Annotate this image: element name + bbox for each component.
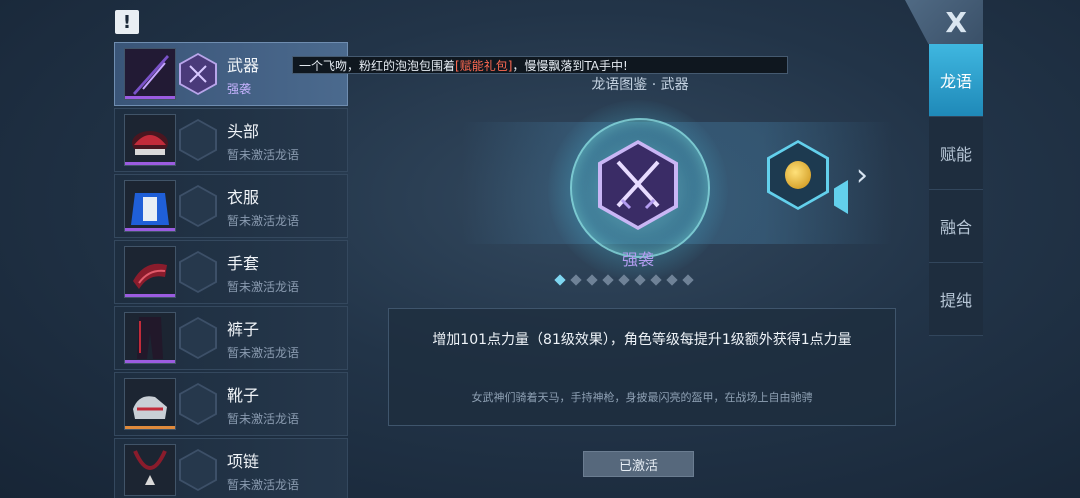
slot-status: 暂未激活龙语 bbox=[227, 148, 300, 162]
slot-head[interactable]: 头部 暂未激活龙语 bbox=[114, 108, 348, 172]
slot-boots[interactable]: 靴子 暂未激活龙语 bbox=[114, 372, 348, 436]
slot-name: 靴子 bbox=[227, 386, 260, 405]
equipment-slot-list: 武器 强袭 头部 暂未激活龙语 衣服 暂未激活龙语 手套 暂未激活龙语 裤子 暂… bbox=[114, 42, 348, 498]
page-dot[interactable] bbox=[554, 274, 566, 286]
tab-empower[interactable]: 赋能 bbox=[929, 117, 983, 190]
crossed-swords-icon bbox=[189, 65, 207, 83]
page-dot[interactable] bbox=[682, 274, 694, 286]
side-tab-bar: 龙语 赋能 融合 提纯 bbox=[929, 44, 983, 344]
activated-button[interactable]: 已激活 bbox=[583, 451, 694, 477]
necklace-image bbox=[124, 444, 176, 496]
page-indicator bbox=[554, 274, 726, 286]
page-dot[interactable] bbox=[602, 274, 614, 286]
broadcast-ticker: 一个飞吻，粉红的泡泡包围着[赋能礼包]，慢慢飘落到TA手中! bbox=[292, 56, 788, 74]
flavor-text: 女武神们骑着天马，手持神枪，身披最闪亮的盔甲，在战场上自由驰骋 bbox=[471, 391, 813, 404]
tab-refine[interactable]: 提纯 bbox=[929, 263, 983, 336]
tab-dragon-language[interactable]: 龙语 bbox=[929, 44, 983, 117]
slot-name: 武器 bbox=[227, 56, 260, 75]
slot-clothes[interactable]: 衣服 暂未激活龙语 bbox=[114, 174, 348, 238]
slot-name: 头部 bbox=[227, 122, 260, 141]
slot-pants[interactable]: 裤子 暂未激活龙语 bbox=[114, 306, 348, 370]
page-dot[interactable] bbox=[586, 274, 598, 286]
page-dot[interactable] bbox=[650, 274, 662, 286]
slot-status: 暂未激活龙语 bbox=[227, 280, 300, 294]
slot-name: 项链 bbox=[227, 452, 260, 471]
empty-rune-hex-icon bbox=[179, 383, 217, 425]
empty-rune-hex-icon bbox=[179, 317, 217, 359]
weapon-image bbox=[124, 48, 176, 100]
gloves-image bbox=[124, 246, 176, 298]
emblem-name: 强袭 bbox=[621, 250, 654, 269]
alert-button[interactable]: ! bbox=[115, 10, 139, 34]
slot-status: 暂未激活龙语 bbox=[227, 412, 300, 426]
page-dot[interactable] bbox=[634, 274, 646, 286]
close-icon: X bbox=[945, 5, 967, 39]
pants-image bbox=[124, 312, 176, 364]
clothes-image bbox=[124, 180, 176, 232]
page-dot[interactable] bbox=[618, 274, 630, 286]
effect-description: 增加101点力量（81级效果），角色等级每提升1级额外获得1点力量 bbox=[432, 332, 852, 348]
boots-image bbox=[124, 378, 176, 430]
close-button[interactable]: X bbox=[905, 0, 983, 44]
page-dot[interactable] bbox=[666, 274, 678, 286]
crossed-swords-icon bbox=[616, 160, 660, 210]
ticker-prefix: 一个飞吻，粉红的泡泡包围着 bbox=[299, 59, 456, 73]
slot-name: 衣服 bbox=[227, 188, 260, 207]
empty-rune-hex-icon bbox=[179, 251, 217, 293]
slot-name: 裤子 bbox=[227, 320, 260, 339]
effect-panel: 增加101点力量（81级效果），角色等级每提升1级额外获得1点力量 女武神们骑着… bbox=[388, 308, 896, 426]
page-dot[interactable] bbox=[570, 274, 582, 286]
chevron-right-icon[interactable]: › bbox=[856, 158, 868, 193]
ticker-suffix: ，慢慢飘落到TA手中! bbox=[512, 59, 628, 73]
slot-status: 暂未激活龙语 bbox=[227, 346, 300, 360]
slot-status: 暂未激活龙语 bbox=[227, 214, 300, 228]
tab-fusion[interactable]: 融合 bbox=[929, 190, 983, 263]
slot-status: 暂未激活龙语 bbox=[227, 478, 300, 492]
slot-status: 强袭 bbox=[227, 82, 252, 96]
ticker-highlight: [赋能礼包] bbox=[455, 59, 513, 73]
empty-rune-hex-icon bbox=[179, 119, 217, 161]
empty-rune-hex-icon bbox=[179, 449, 217, 491]
helmet-image bbox=[124, 114, 176, 166]
slot-gloves[interactable]: 手套 暂未激活龙语 bbox=[114, 240, 348, 304]
slot-necklace[interactable]: 项链 暂未激活龙语 bbox=[114, 438, 348, 498]
slot-name: 手套 bbox=[227, 254, 260, 273]
empty-rune-hex-icon bbox=[179, 185, 217, 227]
alert-icon: ! bbox=[122, 11, 132, 33]
codex-title: 龙语图鉴 · 武器 bbox=[591, 77, 689, 93]
golden-beast-icon bbox=[785, 161, 811, 189]
